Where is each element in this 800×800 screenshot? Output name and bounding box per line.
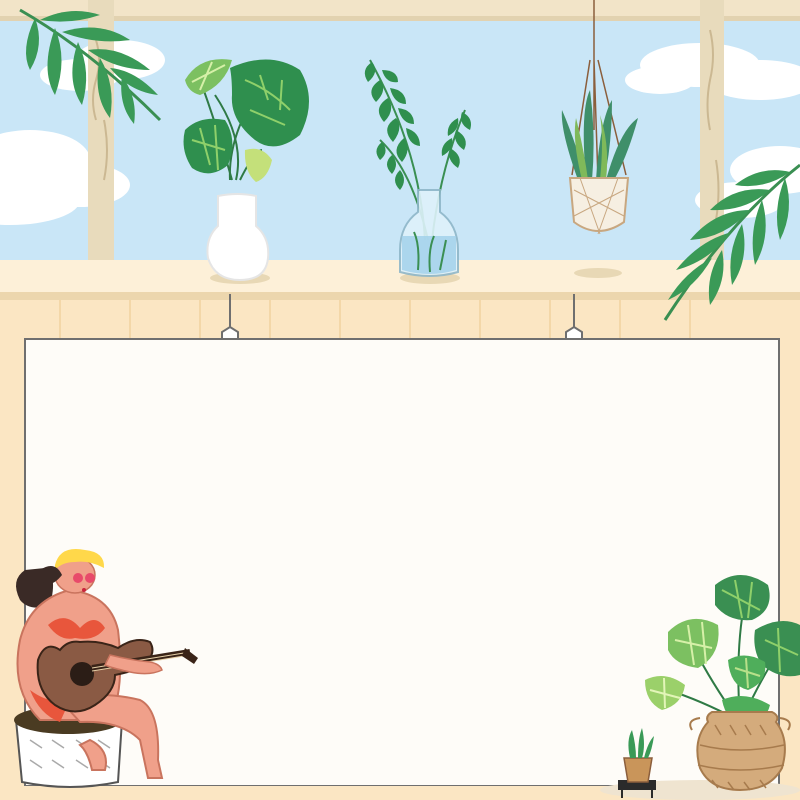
plant-window-scene: [0, 0, 800, 800]
scene-illustration: [0, 0, 800, 800]
